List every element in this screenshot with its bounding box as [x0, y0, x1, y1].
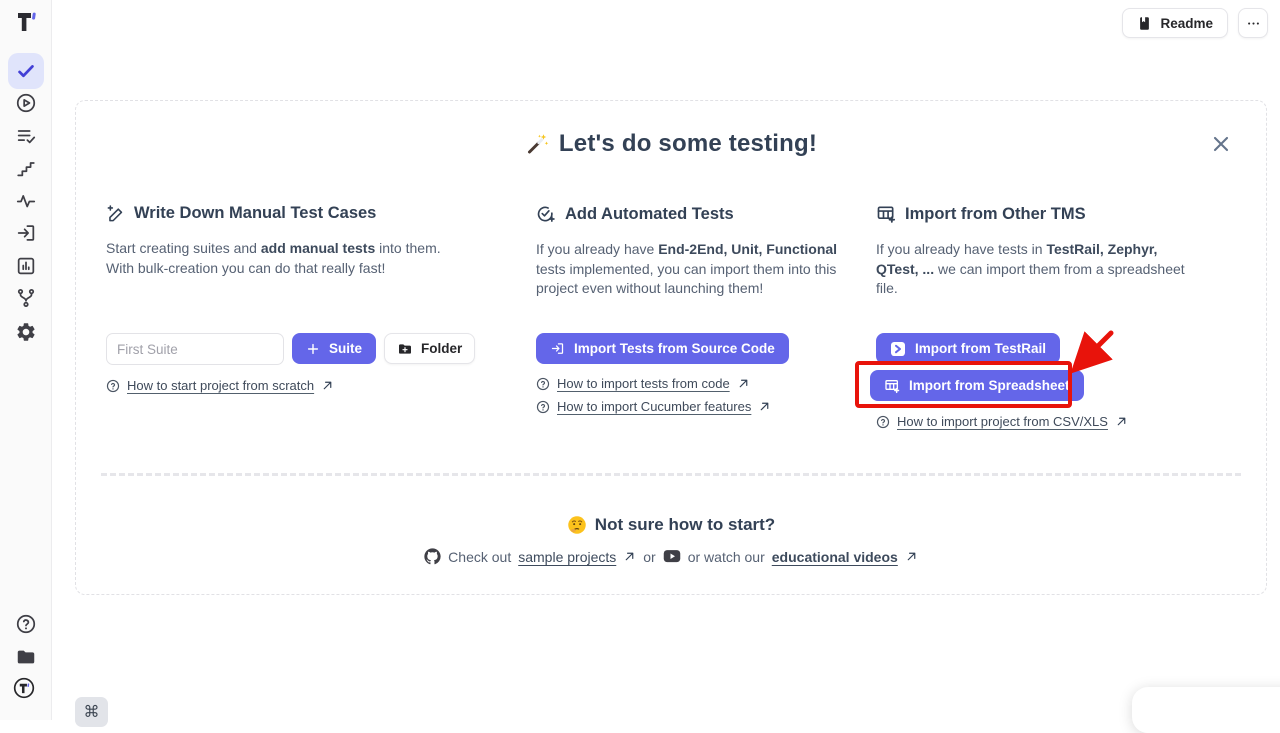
- automated-tests-section: Add Automated Tests If you already have …: [536, 204, 842, 299]
- section-title: Write Down Manual Test Cases: [106, 204, 464, 223]
- sidebar: [0, 0, 52, 720]
- page-title: Let's do some testing!: [76, 130, 1266, 158]
- footer-title: Not sure how to start?: [76, 515, 1266, 535]
- table-plus-icon: [884, 378, 900, 394]
- folder-icon: [15, 646, 37, 668]
- section-divider: [101, 473, 1241, 476]
- section-description: If you already have tests in TestRail, Z…: [876, 240, 1188, 299]
- sidebar-item-branches[interactable]: [15, 287, 37, 309]
- sidebar-item-pulse[interactable]: [15, 190, 37, 212]
- section-description: If you already have End-2End, Unit, Func…: [536, 240, 842, 299]
- sample-projects-link[interactable]: sample projects: [518, 549, 616, 565]
- pulse-icon: [15, 190, 37, 212]
- educational-videos-link[interactable]: educational videos: [772, 549, 898, 565]
- sidebar-item-help[interactable]: [15, 613, 37, 635]
- plus-icon: [306, 342, 320, 356]
- thinking-face-emoji: [567, 515, 587, 535]
- external-link-icon: [321, 379, 334, 392]
- sidebar-item-account[interactable]: [13, 677, 39, 703]
- external-link-icon: [758, 400, 771, 413]
- ellipsis-icon: [1246, 16, 1261, 31]
- sidebar-item-tests[interactable]: [8, 53, 44, 89]
- bar-chart-icon: [15, 255, 37, 277]
- github-icon: [424, 548, 441, 565]
- add-folder-button[interactable]: Folder: [384, 333, 475, 364]
- magic-pen-icon: [106, 204, 125, 223]
- sidebar-item-projects[interactable]: [15, 646, 37, 668]
- add-suite-button[interactable]: Suite: [292, 333, 376, 364]
- manual-tests-section: Write Down Manual Test Cases Start creat…: [106, 204, 464, 278]
- sidebar-item-analytics[interactable]: [15, 255, 37, 277]
- testrail-icon: [890, 341, 906, 357]
- section-title: Add Automated Tests: [536, 204, 842, 224]
- help-link-import-tests-from-code[interactable]: How to import tests from code: [536, 376, 771, 391]
- import-from-testrail-button[interactable]: Import from TestRail: [876, 333, 1060, 364]
- section-title: Import from Other TMS: [876, 204, 1188, 224]
- corner-widget[interactable]: [1132, 687, 1280, 733]
- stairs-icon: [15, 157, 37, 179]
- external-link-icon: [1115, 415, 1128, 428]
- folder-plus-icon: [397, 341, 413, 357]
- sidebar-item-steps[interactable]: [15, 157, 37, 179]
- suite-actions: Suite Folder: [106, 333, 475, 365]
- question-circle-icon: [536, 400, 550, 414]
- sidebar-item-import[interactable]: [15, 222, 37, 244]
- footer-links-row: Check out sample projects or or watch ou…: [76, 548, 1266, 565]
- play-circle-icon: [15, 92, 37, 114]
- app-logo-icon[interactable]: [12, 8, 40, 36]
- external-link-icon: [737, 377, 750, 390]
- import-icon: [15, 222, 37, 244]
- check-icon: [15, 60, 37, 82]
- readme-label: Readme: [1160, 16, 1213, 31]
- account-logo-icon: [13, 677, 35, 699]
- table-plus-icon: [876, 204, 896, 224]
- magic-wand-emoji: [525, 132, 549, 156]
- sidebar-item-test-plans[interactable]: [15, 125, 37, 147]
- external-link-icon: [905, 550, 918, 563]
- gear-icon: [15, 321, 37, 343]
- section-description: Start creating suites and add manual tes…: [106, 239, 464, 278]
- question-circle-icon: [876, 415, 890, 429]
- help-link-import-csv-xls[interactable]: How to import project from CSV/XLS: [876, 414, 1128, 429]
- check-circle-plus-icon: [536, 204, 556, 224]
- external-link-icon: [623, 550, 636, 563]
- help-link-import-cucumber-features[interactable]: How to import Cucumber features: [536, 399, 771, 414]
- list-check-icon: [15, 125, 37, 147]
- command-key-badge[interactable]: ⌘: [75, 697, 108, 727]
- first-suite-input[interactable]: [106, 333, 284, 365]
- help-link-start-from-scratch[interactable]: How to start project from scratch: [106, 378, 334, 393]
- sidebar-item-settings[interactable]: [15, 321, 37, 343]
- question-circle-icon: [15, 613, 37, 635]
- branch-icon: [15, 287, 37, 309]
- book-icon: [1137, 16, 1152, 31]
- import-icon: [550, 341, 565, 356]
- question-circle-icon: [536, 377, 550, 391]
- command-key-symbol: ⌘: [84, 702, 100, 722]
- sidebar-item-runs[interactable]: [15, 92, 37, 114]
- readme-button[interactable]: Readme: [1122, 8, 1228, 38]
- import-from-source-code-button[interactable]: Import Tests from Source Code: [536, 333, 789, 364]
- onboarding-panel: Let's do some testing! Write Down Manual…: [75, 100, 1267, 595]
- more-options-button[interactable]: [1238, 8, 1268, 38]
- import-tms-section: Import from Other TMS If you already hav…: [876, 204, 1188, 299]
- import-from-spreadsheet-button[interactable]: Import from Spreadsheet: [870, 370, 1084, 401]
- youtube-icon: [663, 549, 681, 564]
- question-circle-icon: [106, 379, 120, 393]
